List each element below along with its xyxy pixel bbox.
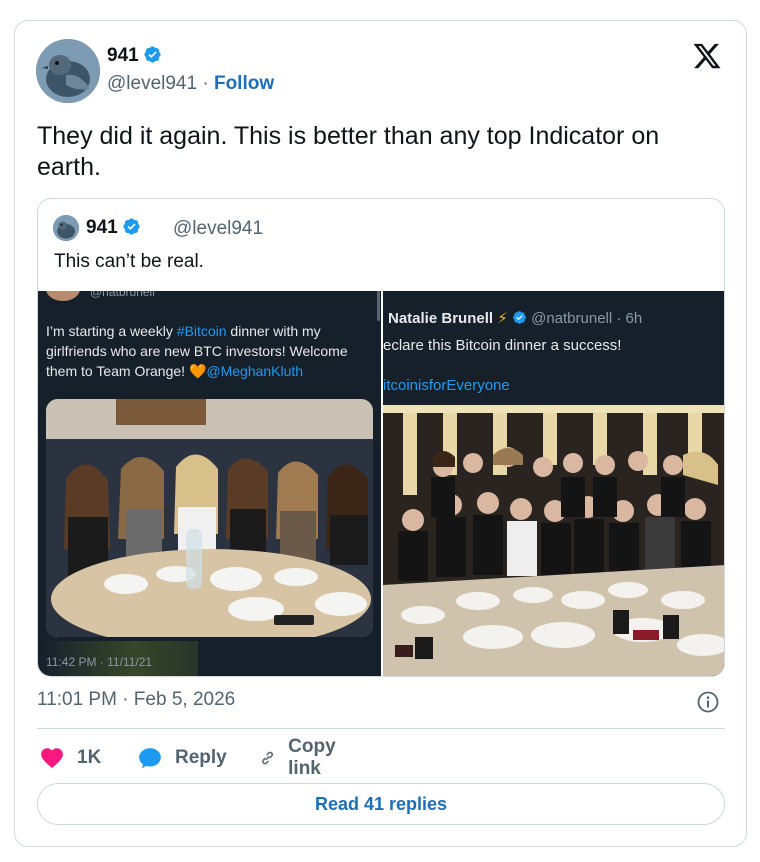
- cropped-avatar: [46, 291, 80, 301]
- copy-link-label: Copy link: [288, 736, 336, 779]
- quoted-author-avatar[interactable]: [53, 215, 79, 241]
- follow-button[interactable]: Follow: [214, 73, 274, 94]
- orange-heart-emoji: 🧡: [188, 363, 207, 379]
- quoted-author-name[interactable]: 941: [86, 217, 141, 239]
- x-logo-icon[interactable]: [692, 41, 722, 71]
- reply-button[interactable]: Reply: [137, 743, 227, 773]
- cropped-handle: @natbrunell: [90, 291, 155, 299]
- copy-link-button[interactable]: Copy link: [259, 736, 345, 779]
- bolt-emoji: ⚡: [497, 310, 508, 327]
- scroll-indicator: [377, 291, 380, 321]
- read-replies-button[interactable]: Read 41 replies: [37, 783, 725, 825]
- like-count: 1K: [77, 747, 102, 768]
- quoted-media[interactable]: @natbrunell I’m starting a weekly #Bitco…: [38, 291, 724, 676]
- like-button[interactable]: 1K: [39, 743, 101, 773]
- hashtag-bitcoin: #Bitcoin: [176, 323, 227, 339]
- info-icon[interactable]: [696, 690, 720, 714]
- author-handle-line: @level941 · Follow: [107, 73, 274, 95]
- tweet-text: They did it again. This is better than a…: [37, 122, 660, 181]
- screenshot-left-text: I’m starting a weekly #Bitcoin dinner wi…: [46, 321, 371, 381]
- quoted-tweet-text: This can’t be real.: [54, 251, 204, 272]
- natalie-name: Natalie Brunell: [388, 310, 494, 327]
- screenshot-right-text: eclare this Bitcoin dinner a success!: [383, 337, 622, 354]
- reply-label: Reply: [175, 747, 227, 768]
- separator: ·: [197, 73, 214, 94]
- author-name[interactable]: 941: [107, 45, 162, 67]
- mention-meghankluth: @MeghanKluth: [206, 363, 304, 379]
- link-icon: [262, 751, 273, 765]
- verified-badge-icon: [513, 311, 526, 324]
- dinner-photo-right: [383, 405, 724, 676]
- screenshot-left-time: 11:42 PM · 11/11/21: [46, 655, 153, 669]
- heart-icon: [41, 748, 63, 769]
- quoted-tweet[interactable]: 941 @level941 This can’t be real. @natbr…: [37, 198, 725, 677]
- divider: [37, 728, 725, 729]
- author-name-text[interactable]: 941: [107, 45, 139, 66]
- quoted-author-handle[interactable]: @level941: [173, 218, 263, 240]
- screenshot-right-hashtag: itcoinisforEveryone: [383, 377, 510, 394]
- quoted-author-name-text[interactable]: 941: [86, 217, 118, 238]
- screenshot-right-header: Natalie Brunell ⚡ @natbrunell · 6h: [388, 309, 642, 327]
- reply-bubble-icon: [139, 748, 161, 769]
- tweet-timestamp[interactable]: 11:01 PM · Feb 5, 2026: [37, 689, 235, 711]
- natalie-handle-time: @natbrunell · 6h: [531, 310, 643, 327]
- author-handle[interactable]: @level941: [107, 73, 197, 94]
- dinner-photo-left: [46, 399, 373, 637]
- text-part: I’m starting a weekly: [46, 323, 177, 339]
- verified-badge-icon: [144, 46, 161, 63]
- tweet-card: 941 @level941 · Follow They did it again…: [14, 20, 747, 847]
- screenshot-left[interactable]: @natbrunell I’m starting a weekly #Bitco…: [38, 291, 381, 676]
- verified-badge-icon: [123, 218, 140, 235]
- screenshot-right[interactable]: Natalie Brunell ⚡ @natbrunell · 6h eclar…: [383, 291, 724, 676]
- author-avatar[interactable]: [36, 39, 100, 103]
